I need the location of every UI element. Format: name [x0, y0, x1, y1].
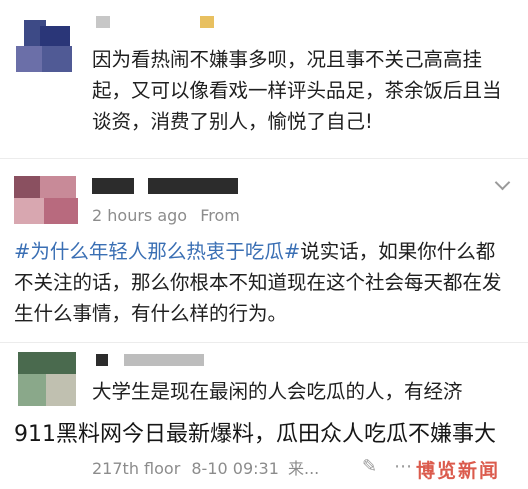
divider	[0, 158, 528, 159]
image-caption: 911黑料网今日最新爆料，瓜田众人吃瓜不嫌事大	[14, 422, 496, 447]
post-1: 因为看热闹不嫌事多呗，况且事不关己高高挂起，又可以像看戏一样评头品足，茶余饭后且…	[0, 0, 528, 160]
post-body: 大学生是现在最闲的人会吃瓜的人，有经济	[92, 380, 463, 403]
post-time: 8-10 09:31	[191, 459, 279, 478]
username-redacted	[200, 16, 214, 28]
floor-number: 217th floor	[92, 459, 181, 478]
post-footer: 217th floor 8-10 09:31 来...	[92, 455, 319, 479]
avatar[interactable]	[14, 176, 78, 224]
username-redacted	[124, 354, 204, 366]
post-2: 2 hours ago From #为什么年轻人那么热衷于吃瓜#说实话，如果你什…	[0, 160, 528, 342]
avatar[interactable]	[16, 20, 76, 72]
chevron-down-icon[interactable]	[494, 174, 511, 191]
post-source: From	[200, 206, 240, 225]
username-redacted	[96, 354, 108, 366]
avatar[interactable]	[18, 352, 76, 406]
post-body: #为什么年轻人那么热衷于吃瓜#说实话，如果你什么都不关注的话，那么你根本不知道现…	[14, 236, 514, 329]
more-icon[interactable]: ⋯	[394, 456, 412, 477]
username-redacted	[148, 178, 238, 194]
post-time: 2 hours ago	[92, 206, 188, 225]
watermark-logo: 博览新闻	[416, 460, 501, 482]
hashtag-link[interactable]: #为什么年轻人那么热衷于吃瓜#	[14, 240, 300, 263]
username-redacted	[96, 16, 110, 28]
post-meta: 2 hours ago From	[92, 206, 240, 225]
post-source: 来...	[287, 459, 320, 478]
post-body: 因为看热闹不嫌事多呗，况且事不关己高高挂起，又可以像看戏一样评头品足，茶余饭后且…	[92, 48, 502, 133]
edit-icon[interactable]: ✎	[362, 456, 377, 477]
username-redacted	[92, 178, 134, 194]
